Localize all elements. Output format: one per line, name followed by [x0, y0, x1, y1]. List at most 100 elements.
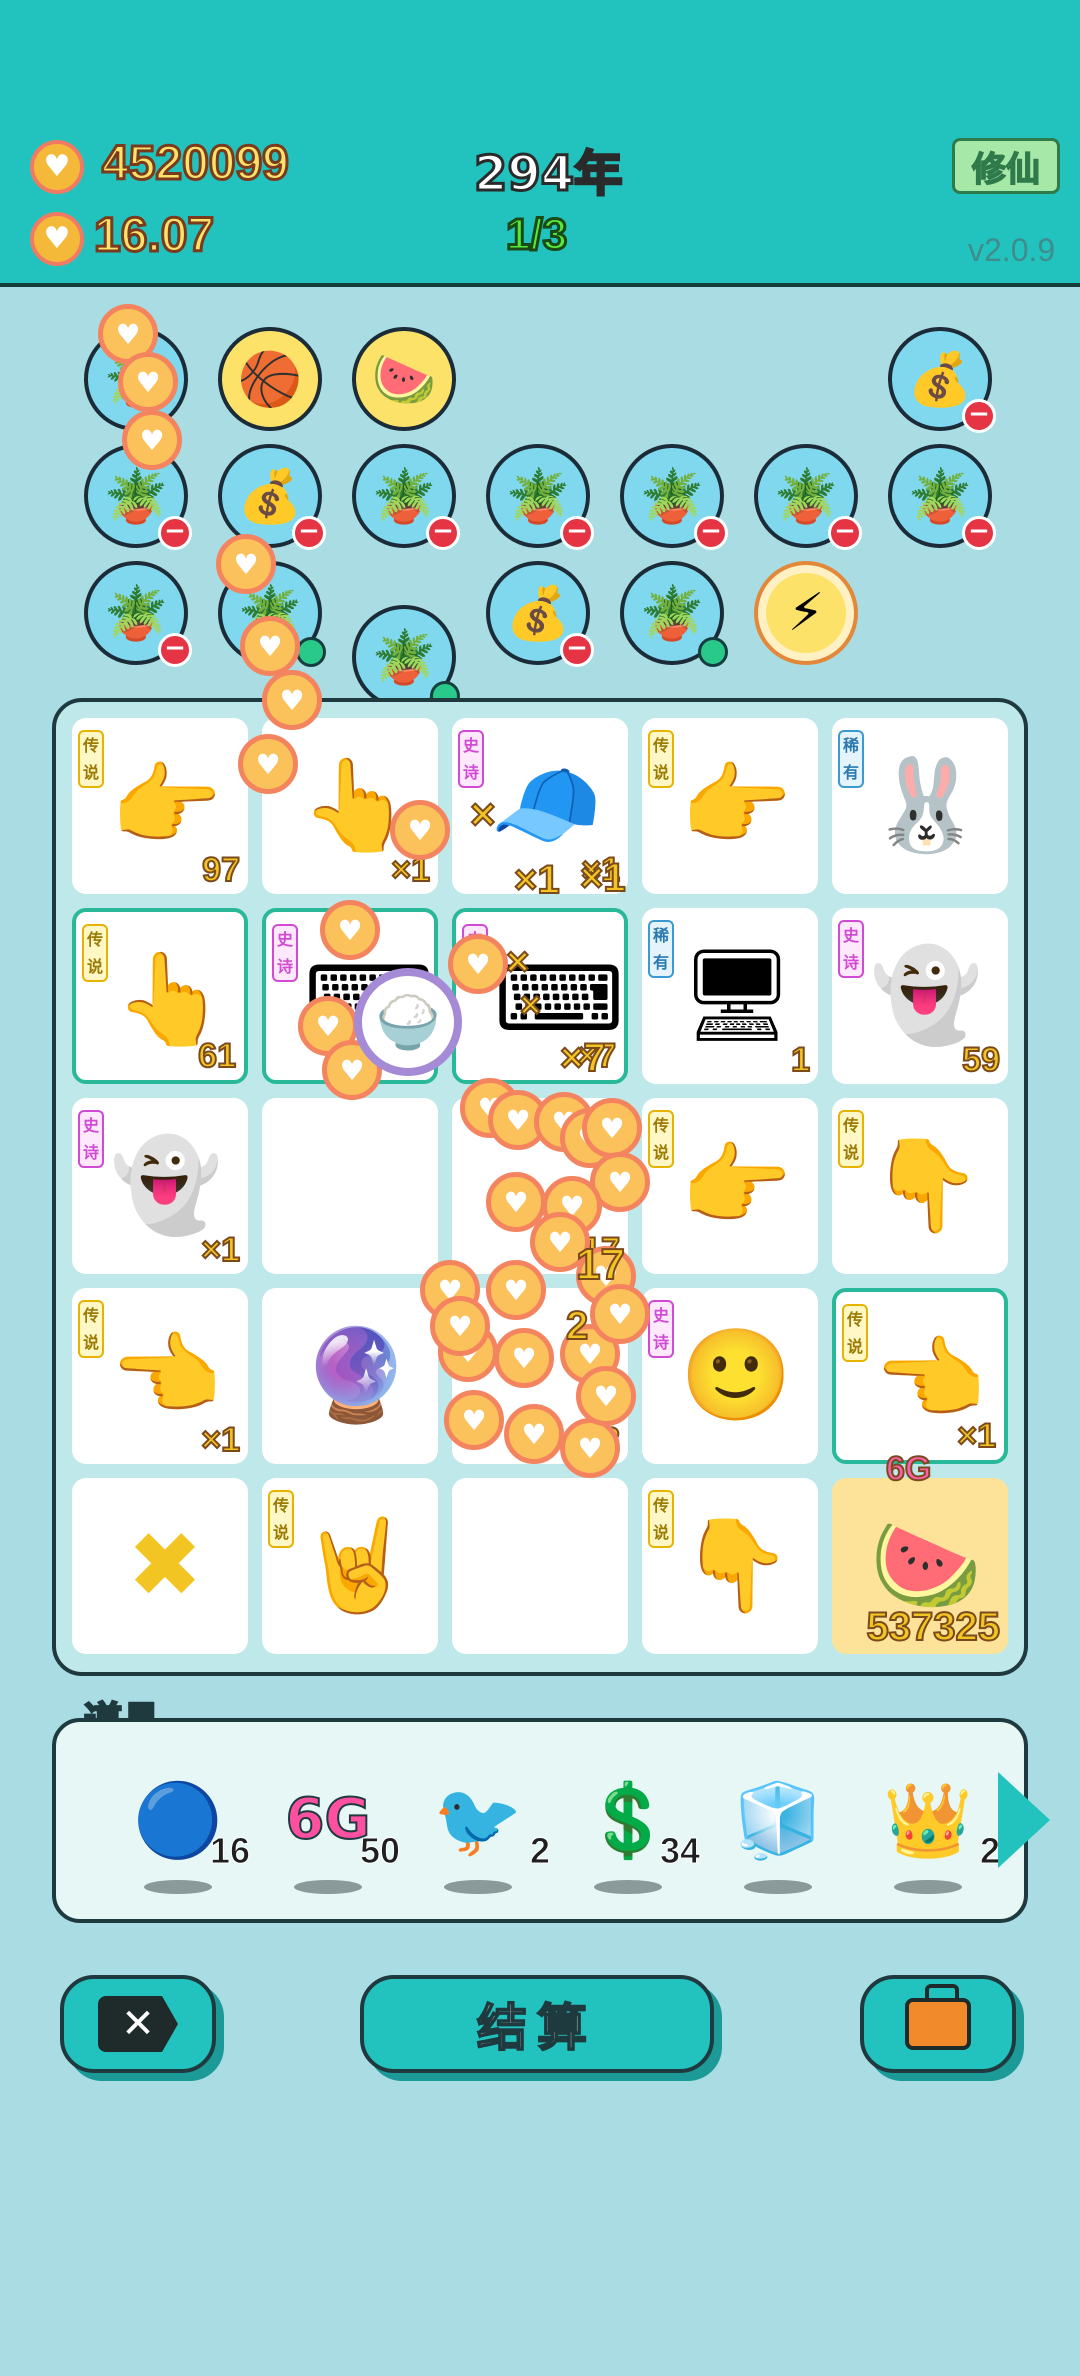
rarity-tag: 史诗 [648, 1300, 674, 1358]
coins-total: 4520099 [101, 136, 291, 192]
item-shadow [144, 1880, 212, 1894]
rarity-tag: 传说 [82, 924, 108, 982]
pointing-hand-icon: 👉 [680, 1133, 793, 1238]
bubble-fruit-basket[interactable]: 🍉 [352, 327, 456, 431]
backpack-button[interactable] [860, 1975, 1016, 2073]
ghost-icon: 👻 [870, 943, 983, 1048]
cell-pointing-hand[interactable]: 传说 👇 [642, 1478, 818, 1654]
cell-yellow-face[interactable]: 史诗 🙂 [642, 1288, 818, 1464]
cell-count: ×7 [576, 1036, 617, 1076]
rabbit-icon: 🐰 [870, 753, 983, 858]
remove-badge-icon[interactable]: − [962, 516, 996, 550]
pointing-hand-icon: 👆 [300, 753, 413, 858]
xiuxian-button[interactable]: 修仙 [952, 138, 1060, 194]
prop-crown[interactable]: 👑 2 [860, 1772, 1001, 1894]
remove-badge-icon[interactable]: − [962, 399, 996, 433]
cell-pointing-hand[interactable]: 传说 👉 97 [72, 718, 248, 894]
remove-badge-icon[interactable]: − [560, 516, 594, 550]
phone-label: 6G [885, 1449, 932, 1489]
briefcase-icon [905, 1984, 971, 2050]
cell-ghost[interactable]: 史诗 👻 59 [832, 908, 1008, 1084]
green-cap-guy-icon: 🧢 [490, 753, 603, 858]
cell-pointing-hand[interactable]: 传说 👆 61 [72, 908, 248, 1084]
remove-badge-icon[interactable]: − [560, 633, 594, 667]
cell-pointing-hand[interactable]: 传说 👈 ×1 [72, 1288, 248, 1464]
cell-empty[interactable] [452, 1478, 628, 1654]
prop-count: 50 [359, 1830, 400, 1872]
prop-dollar-coin[interactable]: 💲 34 [560, 1772, 701, 1894]
crown-icon: 👑 [883, 1778, 973, 1862]
rabbit-globe-icon: 🔮 [300, 1323, 413, 1428]
cell-cross-mark[interactable]: ✖ [72, 1478, 248, 1654]
item-shadow [294, 1880, 362, 1894]
cell-count: ×1 [200, 1230, 241, 1270]
rarity-tag: 稀有 [648, 920, 674, 978]
duck-icon: 🐦 [433, 1778, 523, 1862]
remove-badge-icon[interactable]: − [828, 516, 862, 550]
slot-board: 传说 👉 97 👆 ×1 史诗 🧢 ×1 传说 👉 稀有 🐰 传说 👆 61 史诗 ⌨ 史诗 ⌨ ×7 稀有 🖥 1 史诗 👻 5… [52, 698, 1028, 1676]
active-dot-icon [296, 637, 326, 667]
prop-count: 34 [659, 1830, 700, 1872]
cell-pointing-hand[interactable]: 传说 👈 ×1 [832, 1288, 1008, 1464]
prop-count: 2 [979, 1830, 1000, 1872]
cell-count: ×1 [200, 1420, 241, 1460]
rarity-tag: 传说 [648, 730, 674, 788]
cell-hidden[interactable]: 2 [452, 1288, 628, 1464]
cell-green-cap-guy[interactable]: 史诗 🧢 ×1 [452, 718, 628, 894]
remove-badge-icon[interactable]: − [158, 633, 192, 667]
prop-6g[interactable]: 6G 50 [260, 1772, 401, 1894]
exit-button[interactable]: ✕ [60, 1975, 216, 2073]
cell-count: ×1 [390, 850, 431, 890]
coin-rate-icon: ♥ [30, 212, 84, 266]
bubble-potted-flower[interactable]: 🪴 [84, 327, 188, 431]
next-arrow-icon[interactable] [998, 1772, 1050, 1868]
computer-tower-icon: 🖥 [680, 943, 795, 1048]
cell-hidden[interactable]: 17 [452, 1098, 628, 1274]
pointing-hand-icon: 👈 [110, 1323, 223, 1428]
cell-watermelon-phone[interactable]: 🍉 537325 6G [832, 1449, 1008, 1654]
cell-pointing-hand[interactable]: 传说 👉 [642, 1098, 818, 1274]
cell-pointing-hand[interactable]: 传说 👇 [832, 1098, 1008, 1274]
prop-duck[interactable]: 🐦 2 [410, 1772, 551, 1894]
cell-pointing-hand[interactable]: 传说 🤘 [262, 1478, 438, 1654]
pointing-hand-icon: 👇 [680, 1513, 793, 1618]
cell-count: 61 [197, 1036, 237, 1076]
cell-pointing-hand[interactable]: 👆 ×1 [262, 718, 438, 894]
pointing-hand-icon: 🤘 [300, 1513, 413, 1618]
prop-fridge-frame[interactable]: 🧊 [710, 1772, 850, 1894]
rarity-tag: 史诗 [838, 920, 864, 978]
pointing-hand-icon: 👇 [870, 1133, 983, 1238]
bubble-energy[interactable]: ⚡ [754, 561, 858, 665]
prop-count: 16 [209, 1830, 250, 1872]
coin-icon: ♥ [30, 140, 84, 194]
cell-count: 2 [600, 1420, 621, 1460]
rarity-tag: 史诗 [78, 1110, 104, 1168]
keyboard-key-icon: ⌨ [304, 947, 434, 1052]
year-counter: 294年 [472, 145, 623, 204]
cell-ghost[interactable]: 史诗 👻 ×1 [72, 1098, 248, 1274]
cell-empty[interactable] [262, 1098, 438, 1274]
item-bubbles: 🪴 🏀 🍉 💰 − 🪴 − 💰 − 🪴 − 🪴 − 🪴 − 🪴 − 🪴 − 🪴 − 🪴 🪴 💰 − 🪴 ⚡ [0, 287, 1080, 711]
pointing-hand-icon: 👉 [110, 753, 223, 858]
cell-count: ×1 [956, 1416, 997, 1456]
cell-rabbit-globe[interactable]: 🔮 [262, 1288, 438, 1464]
fridge-frame-icon: 🧊 [733, 1778, 823, 1862]
cell-count: 97 [201, 850, 241, 890]
cell-ctrl-c-keys[interactable]: 史诗 ⌨ ×7 [452, 908, 628, 1084]
cell-keyboard-key[interactable]: 史诗 ⌨ [262, 908, 438, 1084]
version-label: v2.0.9 [968, 232, 1056, 268]
rarity-tag: 史诗 [462, 924, 488, 982]
cell-rabbit[interactable]: 稀有 🐰 [832, 718, 1008, 894]
cell-pointing-hand[interactable]: 传说 👉 [642, 718, 818, 894]
prop-count: 2 [529, 1830, 550, 1872]
remove-badge-icon[interactable]: − [426, 516, 460, 550]
cell-computer-tower[interactable]: 稀有 🖥 1 [642, 908, 818, 1084]
remove-badge-icon[interactable]: − [158, 516, 192, 550]
rarity-tag: 传说 [648, 1490, 674, 1548]
bubble-basketballs[interactable]: 🏀 [218, 327, 322, 431]
remove-badge-icon[interactable]: − [694, 516, 728, 550]
cell-count: ×1 [580, 850, 621, 890]
settle-button[interactable]: 结算 [360, 1975, 714, 2073]
remove-badge-icon[interactable]: − [292, 516, 326, 550]
prop-blue-orb[interactable]: 🔵 16 [110, 1772, 251, 1894]
